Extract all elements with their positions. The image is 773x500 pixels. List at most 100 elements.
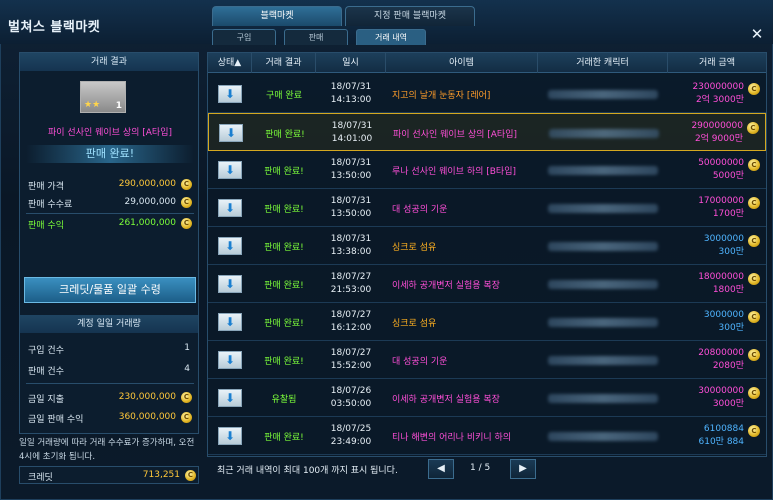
download-icon[interactable]: ⬇ [219, 124, 243, 142]
result-cell: 판매 완료! [264, 166, 304, 177]
price-cell: 3000000 300만 [624, 227, 744, 265]
coin-icon: C [185, 470, 196, 481]
col-price[interactable]: 거래 금액 [668, 53, 766, 73]
sale-price-value: 290,000,000 [118, 179, 176, 189]
date-text: 18/07/26 [330, 386, 372, 396]
table-row[interactable]: ⬇ 판매 완료! 18/07/27 15:52:00 대 성공의 기운 2080… [208, 341, 766, 379]
download-icon[interactable]: ⬇ [218, 351, 242, 369]
price-value: 6100884 [703, 424, 744, 434]
date-cell: 18/07/31 13:50:00 [316, 151, 386, 189]
item-cell: 대 성공의 기운 [392, 204, 448, 215]
table-row[interactable]: ⬇ 판매 완료! 18/07/27 21:53:00 이세하 공개변저 실험용 … [208, 265, 766, 303]
credit-bar: 크레딧 713,251 C [19, 466, 199, 484]
status-cell: ⬇ [209, 114, 253, 152]
buy-count-value: 1 [184, 343, 190, 353]
coin-icon: C [181, 392, 192, 403]
download-icon[interactable]: ⬇ [218, 199, 242, 217]
coin-icon: C [748, 311, 760, 323]
coin-icon: C [748, 159, 760, 171]
price-value: 20800000 [698, 348, 744, 358]
date-text: 18/07/25 [330, 424, 372, 434]
item-cell: 파이 선사인 웨이브 상의 [A타입] [393, 129, 517, 140]
col-character[interactable]: 거래한 캐릭터 [538, 53, 668, 73]
price-cell: 6100884 610만 884 [624, 417, 745, 455]
item-cell: 대 성공의 기운 [392, 356, 448, 367]
result-cell: 판매 완료! [264, 318, 304, 329]
result-cell: 판매 완료! [265, 129, 305, 140]
download-icon[interactable]: ⬇ [218, 275, 242, 293]
price-readable: 2억 3000만 [695, 95, 744, 105]
subtab-buy[interactable]: 구입 [212, 29, 276, 45]
coin-icon: C [181, 218, 192, 229]
price-value: 18000000 [698, 272, 744, 282]
sale-price-row: 판매 가격 290,000,000 C [26, 177, 194, 193]
tab-designated-black-market[interactable]: 지정 판매 블랙마켓 [345, 6, 475, 26]
coin-icon: C [748, 273, 760, 285]
download-icon[interactable]: ⬇ [218, 427, 242, 445]
table-row[interactable]: ⬇ 판매 완료! 18/07/27 16:12:00 싱크로 섬유 300000… [208, 303, 766, 341]
price-value: 3000000 [703, 310, 744, 320]
time-text: 13:50:00 [330, 171, 372, 181]
date-cell: 18/07/31 14:01:00 [317, 114, 387, 152]
price-readable: 300만 [718, 247, 744, 257]
col-result[interactable]: 거래 결과 [252, 53, 316, 73]
coin-icon: C [748, 197, 760, 209]
date-cell: 18/07/25 23:49:00 [316, 417, 386, 455]
sale-fee-row: 판매 수수료 29,000,000 C [26, 195, 194, 211]
col-item[interactable]: 아이템 [386, 53, 538, 73]
item-cell: 싱크로 섬유 [392, 318, 437, 329]
bulk-receive-button[interactable]: 크레딧/물품 일괄 수령 [24, 277, 196, 303]
price-readable: 1800만 [712, 285, 744, 295]
item-cell: 이세하 공개변저 실험용 복장 [392, 280, 500, 291]
price-cell: 20800000 2080만 [624, 341, 744, 379]
divider [26, 213, 194, 214]
sale-fee-label: 판매 수수료 [28, 200, 73, 210]
status-cell: ⬇ [208, 227, 252, 265]
result-cell: 구매 완료 [266, 90, 302, 101]
table-row[interactable]: ⬇ 판매 완료! 18/07/31 13:38:00 싱크로 섬유 300000… [208, 227, 766, 265]
download-icon[interactable]: ⬇ [218, 237, 242, 255]
download-icon[interactable]: ⬇ [218, 85, 242, 103]
next-page-button[interactable]: ▶ [510, 459, 536, 479]
item-cell: 티나 해변의 어리나 비키니 하의 [392, 432, 512, 443]
today-income-label: 금일 판매 수익 [28, 415, 84, 425]
page-indicator: 1 / 5 [470, 463, 491, 473]
table-row[interactable]: ⬇ 판매 완료! 18/07/25 23:49:00 티나 해변의 어리나 비키… [208, 417, 766, 455]
col-date[interactable]: 일시 [316, 53, 386, 73]
coin-icon: C [748, 425, 760, 437]
price-cell: 50000000 5000만 [624, 151, 744, 189]
date-cell: 18/07/27 16:12:00 [316, 303, 386, 341]
trade-result-panel: 거래 결과 ★★ 1 파이 선사인 웨이브 상의 [A타입] 판매 완료! 판매… [19, 52, 199, 434]
item-cell: 지고의 날개 눈동자 [레어] [392, 90, 491, 101]
item-cell: 싱크로 섬유 [392, 242, 437, 253]
prev-page-button[interactable]: ◀ [428, 459, 454, 479]
time-text: 21:53:00 [330, 285, 372, 295]
subtab-history[interactable]: 거래 내역 [356, 29, 426, 45]
download-icon[interactable]: ⬇ [218, 161, 242, 179]
sale-income-value: 261,000,000 [118, 218, 176, 228]
coin-icon: C [748, 235, 760, 247]
close-icon[interactable]: ✕ [749, 26, 765, 42]
table-row[interactable]: ⬇ 판매 완료! 18/07/31 13:50:00 루나 선사인 웨이브 하의… [208, 151, 766, 189]
price-value: 17000000 [698, 196, 744, 206]
buy-count-label: 구입 건수 [28, 346, 64, 356]
col-status[interactable]: 상태▲ [208, 53, 252, 73]
divider [26, 383, 194, 384]
table-row[interactable]: ⬇ 유찰됨 18/07/26 03:50:00 이세하 공개변저 실험용 복장 … [208, 379, 766, 417]
download-icon[interactable]: ⬇ [218, 389, 242, 407]
download-icon[interactable]: ⬇ [218, 313, 242, 331]
history-table: 상태▲ 거래 결과 일시 아이템 거래한 캐릭터 거래 금액 ⬇ 구매 완료 1… [207, 52, 767, 457]
subtab-sell[interactable]: 판매 [284, 29, 348, 45]
price-cell: 290000000 2억 9000만 [623, 114, 743, 152]
status-cell: ⬇ [208, 151, 252, 189]
sale-price-label: 판매 가격 [28, 182, 64, 192]
tab-black-market[interactable]: 블랙마켓 [212, 6, 342, 26]
coin-icon: C [181, 179, 192, 190]
table-row[interactable]: ⬇ 판매 완료! 18/07/31 14:01:00 파이 선사인 웨이브 상의… [208, 113, 766, 151]
buy-count-row: 구입 건수 1 [26, 341, 194, 357]
table-row[interactable]: ⬇ 구매 완료 18/07/31 14:13:00 지고의 날개 눈동자 [레어… [208, 75, 766, 113]
price-value: 230000000 [692, 82, 744, 92]
date-cell: 18/07/31 13:38:00 [316, 227, 386, 265]
table-row[interactable]: ⬇ 판매 완료! 18/07/31 13:50:00 대 성공의 기운 1700… [208, 189, 766, 227]
date-cell: 18/07/31 14:13:00 [316, 75, 386, 113]
